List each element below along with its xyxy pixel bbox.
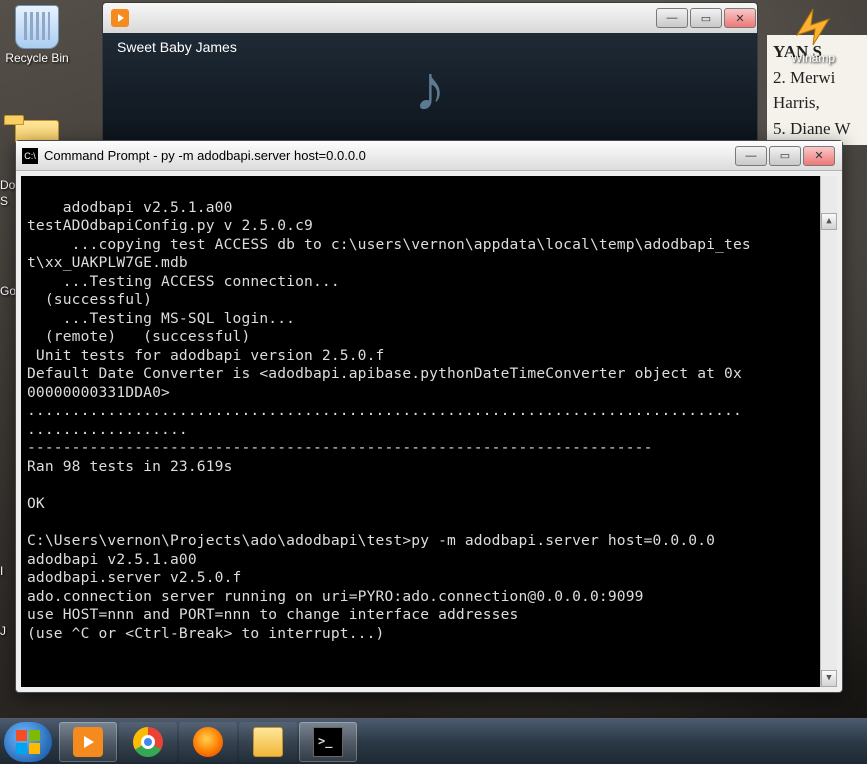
desktop-icon-label: Winamp [776, 51, 850, 65]
media-player-logo-icon [111, 9, 129, 27]
scroll-down-button[interactable]: ▼ [821, 670, 837, 687]
command-prompt-window[interactable]: C:\ Command Prompt - py -m adodbapi.serv… [15, 140, 843, 693]
close-button[interactable]: ✕ [724, 8, 756, 28]
music-note-icon: ♪ [414, 51, 446, 125]
console-text: adodbapi v2.5.1.a00 testADOdbapiConfig.p… [27, 199, 751, 642]
winamp-icon [791, 5, 835, 49]
recycle-bin-icon [15, 5, 59, 49]
bg-line: 2. Merwi [773, 65, 865, 91]
now-playing-title: Sweet Baby James [117, 39, 237, 55]
minimize-button[interactable]: — [656, 8, 688, 28]
bg-line: 5. Diane W [773, 116, 865, 142]
windows-logo-icon [15, 729, 41, 755]
media-player-titlebar[interactable]: — ▭ ✕ [103, 3, 757, 33]
start-button[interactable] [4, 722, 52, 762]
taskbar-item-media-player[interactable] [59, 722, 117, 762]
maximize-button[interactable]: ▭ [769, 146, 801, 166]
taskbar-item-cmd[interactable] [299, 722, 357, 762]
desktop-icon-label: Recycle Bin [0, 51, 74, 65]
chrome-icon [133, 727, 163, 757]
scroll-track[interactable] [821, 193, 837, 670]
media-player-icon [73, 727, 103, 757]
close-button[interactable]: ✕ [803, 146, 835, 166]
taskbar-item-explorer[interactable] [239, 722, 297, 762]
explorer-icon [253, 727, 283, 757]
window-title: Command Prompt - py -m adodbapi.server h… [44, 148, 366, 163]
scrollbar[interactable]: ▲ ▼ [820, 176, 837, 687]
cmd-icon [313, 727, 343, 757]
media-player-window[interactable]: — ▭ ✕ Sweet Baby James ♪ [102, 2, 758, 162]
minimize-button[interactable]: — [735, 146, 767, 166]
taskbar-item-chrome[interactable] [119, 722, 177, 762]
command-prompt-titlebar[interactable]: C:\ Command Prompt - py -m adodbapi.serv… [16, 141, 842, 171]
taskbar[interactable] [0, 718, 867, 764]
bg-line: Harris, [773, 90, 865, 116]
desktop-icon-winamp[interactable]: Winamp [776, 5, 850, 65]
firefox-icon [193, 727, 223, 757]
cmd-icon: C:\ [22, 148, 38, 164]
maximize-button[interactable]: ▭ [690, 8, 722, 28]
console-output[interactable]: adodbapi v2.5.1.a00 testADOdbapiConfig.p… [21, 176, 837, 687]
taskbar-item-firefox[interactable] [179, 722, 237, 762]
desktop-icon-recycle-bin[interactable]: Recycle Bin [0, 5, 74, 65]
